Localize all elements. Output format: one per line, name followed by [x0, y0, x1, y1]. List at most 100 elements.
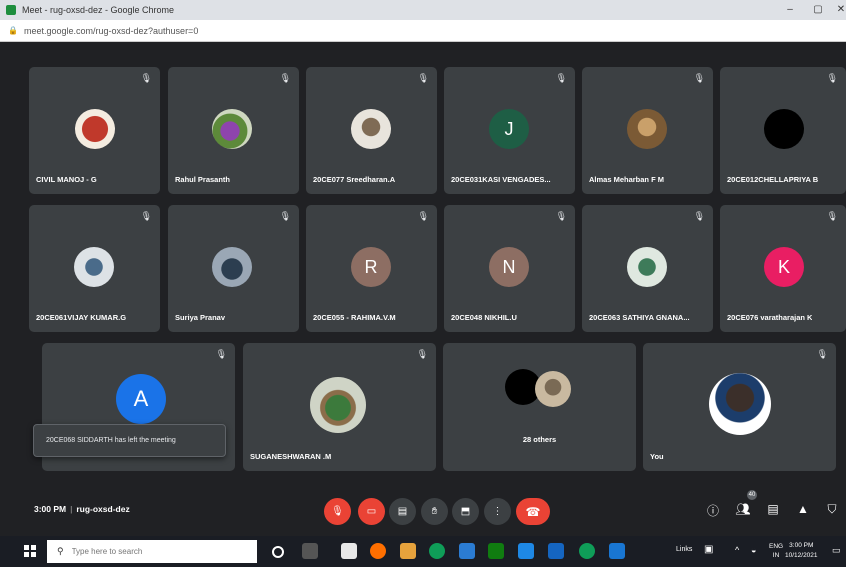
firefox-icon[interactable] — [370, 543, 386, 559]
participant-tile[interactable]: 🎙︎ J 20CE031KASI VENGADES... — [444, 67, 575, 194]
participant-tile[interactable]: 🎙︎ 20CE012CHELLAPRIYA B — [720, 67, 846, 194]
raise-hand-button[interactable]: ✋︎ — [421, 498, 448, 525]
letter-avatar: J — [489, 109, 529, 149]
people-count-badge: 40 — [747, 490, 757, 500]
activities-icon: ▲ — [797, 502, 809, 516]
participant-tile[interactable]: 🎙︎ 20CE063 SATHIYA GNANA... — [582, 205, 713, 332]
close-window-button[interactable]: ✕ — [826, 0, 846, 20]
notifications-icon[interactable]: ▭ — [832, 545, 841, 556]
info-icon: ⓘ — [706, 504, 719, 518]
participant-avatar — [212, 109, 252, 149]
screen: Meet - rug-oxsd-dez - Google Chrome – ▢ … — [0, 0, 846, 567]
chrome-icon[interactable] — [579, 543, 595, 559]
captions-icon: ▤ — [397, 506, 408, 517]
lock-icon: 🔒 — [8, 26, 18, 35]
windows-taskbar: ⚲ Links ▣ ^ ◒ ENG IN 3:00 PM 10/12/2021 … — [0, 536, 846, 567]
shield-icon: ⛉ — [827, 502, 837, 516]
camera-toggle-button[interactable]: ▭ — [358, 498, 385, 525]
host-controls-button[interactable]: ⛉ — [824, 502, 840, 517]
participant-avatar — [351, 109, 391, 149]
participant-tile[interactable]: 🎙︎ K 20CE076 varatharajan K — [720, 205, 846, 332]
letter-avatar: A — [116, 374, 166, 424]
taskbar-search-input[interactable] — [71, 547, 232, 556]
participant-avatar — [627, 109, 667, 149]
participant-tile[interactable]: 🎙︎ Almas Meharban F M — [582, 67, 713, 194]
participant-name: 20CE031KASI VENGADES... — [451, 175, 551, 184]
app-icon[interactable] — [488, 543, 504, 559]
participant-avatar — [627, 247, 667, 287]
captions-button[interactable]: ▤ — [389, 498, 416, 525]
meeting-time: 3:00 PM — [34, 504, 67, 514]
minimize-button[interactable]: – — [775, 0, 805, 20]
participant-tile[interactable]: 28 others — [443, 343, 636, 471]
links-toolbar[interactable]: Links — [676, 546, 692, 553]
letter-avatar: R — [351, 247, 391, 287]
others-count: 28 others — [522, 435, 557, 444]
participant-name: Suriya Pranav — [175, 313, 226, 322]
tray-app-icon[interactable]: ▣ — [704, 544, 713, 555]
meeting-control-bar: 3:00 PM | rug-oxsd-dez 🎙︎ ▭ ▤ ✋︎ ⬒ ⋮ ☎︎ ⓘ … — [0, 488, 846, 536]
app-icon[interactable] — [548, 543, 564, 559]
participant-tile[interactable]: 🎙︎ Suriya Pranav — [168, 205, 299, 332]
url-text[interactable]: meet.google.com/rug-oxsd-dez?authuser=0 — [24, 26, 198, 36]
participant-tile[interactable]: 🎙︎ 20CE077 Sreedharan.A — [306, 67, 437, 194]
lock-app-icon[interactable] — [341, 543, 357, 559]
activities-button[interactable]: ▲ — [795, 502, 811, 516]
mail-icon[interactable] — [518, 543, 534, 559]
store-icon[interactable] — [459, 543, 475, 559]
participant-tile[interactable]: 🎙︎ CIVIL MANOJ - G — [29, 67, 160, 194]
present-button[interactable]: ⬒ — [452, 498, 479, 525]
app-icon[interactable] — [609, 543, 625, 559]
end-call-button[interactable]: ☎︎ — [516, 498, 550, 525]
meeting-details-button[interactable]: ⓘ — [705, 502, 721, 519]
chat-button[interactable]: ▤ — [765, 502, 781, 516]
window-title: Meet - rug-oxsd-dez - Google Chrome — [22, 5, 175, 15]
end-call-icon: ☎︎ — [525, 504, 541, 519]
camera-off-icon: ▭ — [366, 506, 377, 517]
participant-name: Almas Meharban F M — [589, 175, 665, 184]
language-indicator[interactable]: ENG IN — [769, 542, 783, 560]
more-options-icon: ⋮ — [492, 506, 503, 517]
address-bar[interactable]: 🔒 meet.google.com/rug-oxsd-dez?authuser=… — [0, 20, 846, 42]
participant-avatar — [212, 247, 252, 287]
taskbar-search[interactable]: ⚲ — [47, 540, 257, 563]
mic-muted-icon: 🎙︎ — [279, 73, 291, 83]
chat-icon: ▤ — [767, 502, 779, 516]
participant-avatar — [75, 109, 115, 149]
participant-tile[interactable]: 🎙︎ R 20CE055 - RAHIMA.V.M — [306, 205, 437, 332]
participant-name: 20CE076 varatharajan K — [727, 313, 813, 322]
participant-tile[interactable]: 🎙︎ N 20CE048 NIKHIL.U — [444, 205, 575, 332]
taskbar-clock[interactable]: 3:00 PM 10/12/2021 — [785, 541, 818, 561]
mic-muted-icon: 🎙︎ — [693, 211, 705, 221]
start-button[interactable] — [24, 545, 36, 557]
mic-muted-icon: 🎙︎ — [826, 211, 838, 221]
self-tile[interactable]: 🎙︎ You — [643, 343, 836, 471]
mic-muted-icon: 🎙︎ — [140, 73, 152, 83]
participant-tile[interactable]: 🎙︎ SUGANESHWARAN .M — [243, 343, 436, 471]
more-options-button[interactable]: ⋮ — [484, 498, 511, 525]
file-explorer-icon[interactable] — [400, 543, 416, 559]
raise-hand-icon: ✋︎ — [431, 506, 438, 517]
mic-toggle-button[interactable]: 🎙︎ — [324, 498, 351, 525]
mic-muted-icon: 🎙︎ — [417, 211, 429, 221]
clock-time: 3:00 PM — [789, 542, 814, 549]
edge-icon[interactable] — [429, 543, 445, 559]
participant-tile[interactable]: 🎙︎ 20CE061VIJAY KUMAR.G — [29, 205, 160, 332]
meeting-info: 3:00 PM | rug-oxsd-dez — [34, 504, 130, 514]
participant-avatar — [764, 109, 804, 149]
mic-muted-icon: 🎙︎ — [816, 349, 828, 359]
task-view-icon[interactable] — [302, 543, 318, 559]
self-name: You — [650, 452, 664, 461]
people-button[interactable]: 👥︎ — [735, 502, 751, 516]
participant-tile[interactable]: 🎙︎ Rahul Prasanth — [168, 67, 299, 194]
cortana-icon[interactable] — [272, 546, 284, 558]
browser-titlebar: Meet - rug-oxsd-dez - Google Chrome – ▢ … — [0, 0, 846, 20]
mic-muted-icon: 🎙︎ — [279, 211, 291, 221]
tray-language: ENG — [769, 543, 784, 550]
network-icon[interactable]: ◒ — [751, 545, 756, 555]
participant-name: 20CE048 NIKHIL.U — [451, 313, 517, 322]
chevron-up-icon[interactable]: ^ — [735, 545, 739, 555]
participant-name: 20CE055 - RAHIMA.V.M — [313, 313, 396, 322]
participant-avatar — [74, 247, 114, 287]
mic-muted-icon: 🎙︎ — [555, 73, 567, 83]
